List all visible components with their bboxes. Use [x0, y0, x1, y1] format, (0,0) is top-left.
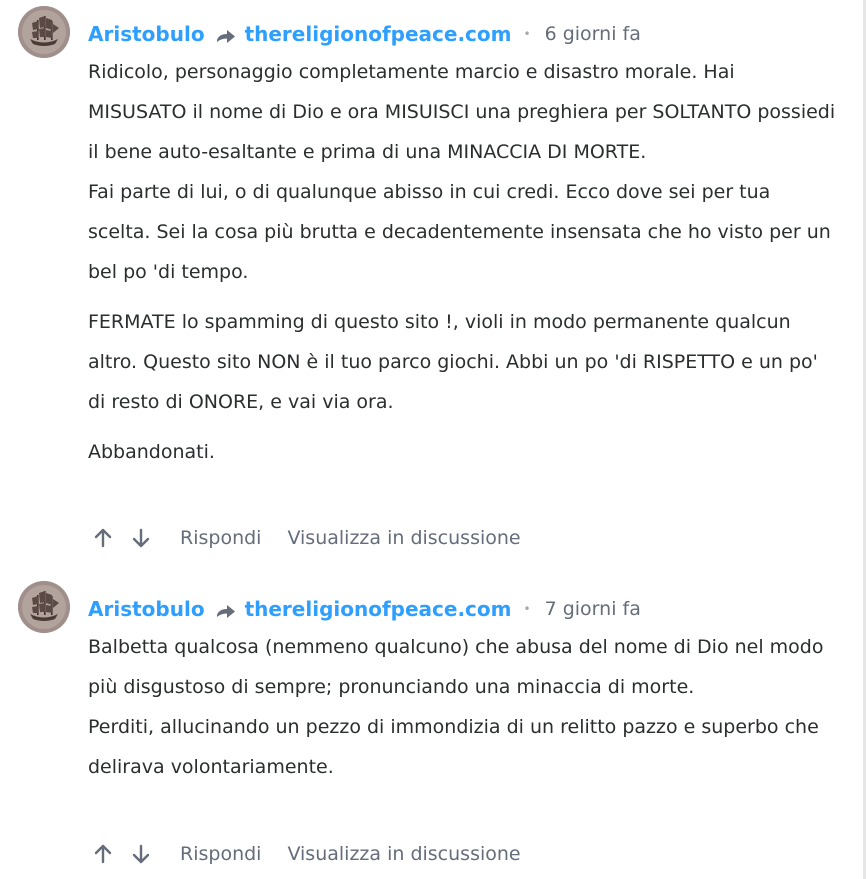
comment: Aristobulo thereligionofpeace.com • 6 gi…: [0, 6, 860, 566]
comment-paragraph: FERMATE lo spamming di questo sito !, vi…: [88, 311, 818, 413]
arrow-up-icon[interactable]: [92, 527, 114, 549]
bullet-separator: •: [523, 27, 531, 41]
comment-header: Aristobulo thereligionofpeace.com • 6 gi…: [88, 20, 641, 48]
comment-paragraph: Balbetta qualcosa (nemmeno qualcuno) che…: [88, 636, 824, 778]
comment-body: Balbetta qualcosa (nemmeno qualcuno) che…: [88, 627, 838, 787]
parent-author-link[interactable]: thereligionofpeace.com: [245, 595, 512, 623]
avatar[interactable]: [18, 6, 70, 58]
arrow-down-icon[interactable]: [130, 527, 152, 549]
reply-button[interactable]: Rispondi: [180, 527, 261, 549]
parent-author-link[interactable]: thereligionofpeace.com: [245, 20, 512, 48]
author-name[interactable]: Aristobulo: [88, 20, 205, 48]
comment-timestamp[interactable]: 6 giorni fa: [545, 20, 641, 48]
author-name[interactable]: Aristobulo: [88, 595, 205, 623]
comment-paragraph: Abbandonati.: [88, 441, 215, 463]
comment-body: Ridicolo, personaggio completamente marc…: [88, 52, 838, 472]
sailing-ship-avatar-icon: [18, 6, 70, 58]
view-in-discussion-link[interactable]: Visualizza in discussione: [287, 843, 520, 865]
comment-paragraph: Ridicolo, personaggio completamente marc…: [88, 61, 836, 283]
comment-footer: Rispondi Visualizza in discussione: [92, 840, 521, 868]
sailing-ship-avatar-icon: [18, 581, 70, 633]
view-in-discussion-link[interactable]: Visualizza in discussione: [287, 527, 520, 549]
bullet-separator: •: [523, 602, 531, 616]
comment-footer: Rispondi Visualizza in discussione: [92, 524, 521, 552]
arrow-down-icon[interactable]: [130, 843, 152, 865]
reply-arrow-icon: [215, 25, 237, 43]
reply-arrow-icon: [215, 600, 237, 618]
arrow-up-icon[interactable]: [92, 843, 114, 865]
reply-button[interactable]: Rispondi: [180, 843, 261, 865]
comment: Aristobulo thereligionofpeace.com • 7 gi…: [0, 581, 860, 879]
avatar[interactable]: [18, 581, 70, 633]
comment-header: Aristobulo thereligionofpeace.com • 7 gi…: [88, 595, 641, 623]
comment-timestamp[interactable]: 7 giorni fa: [545, 595, 641, 623]
